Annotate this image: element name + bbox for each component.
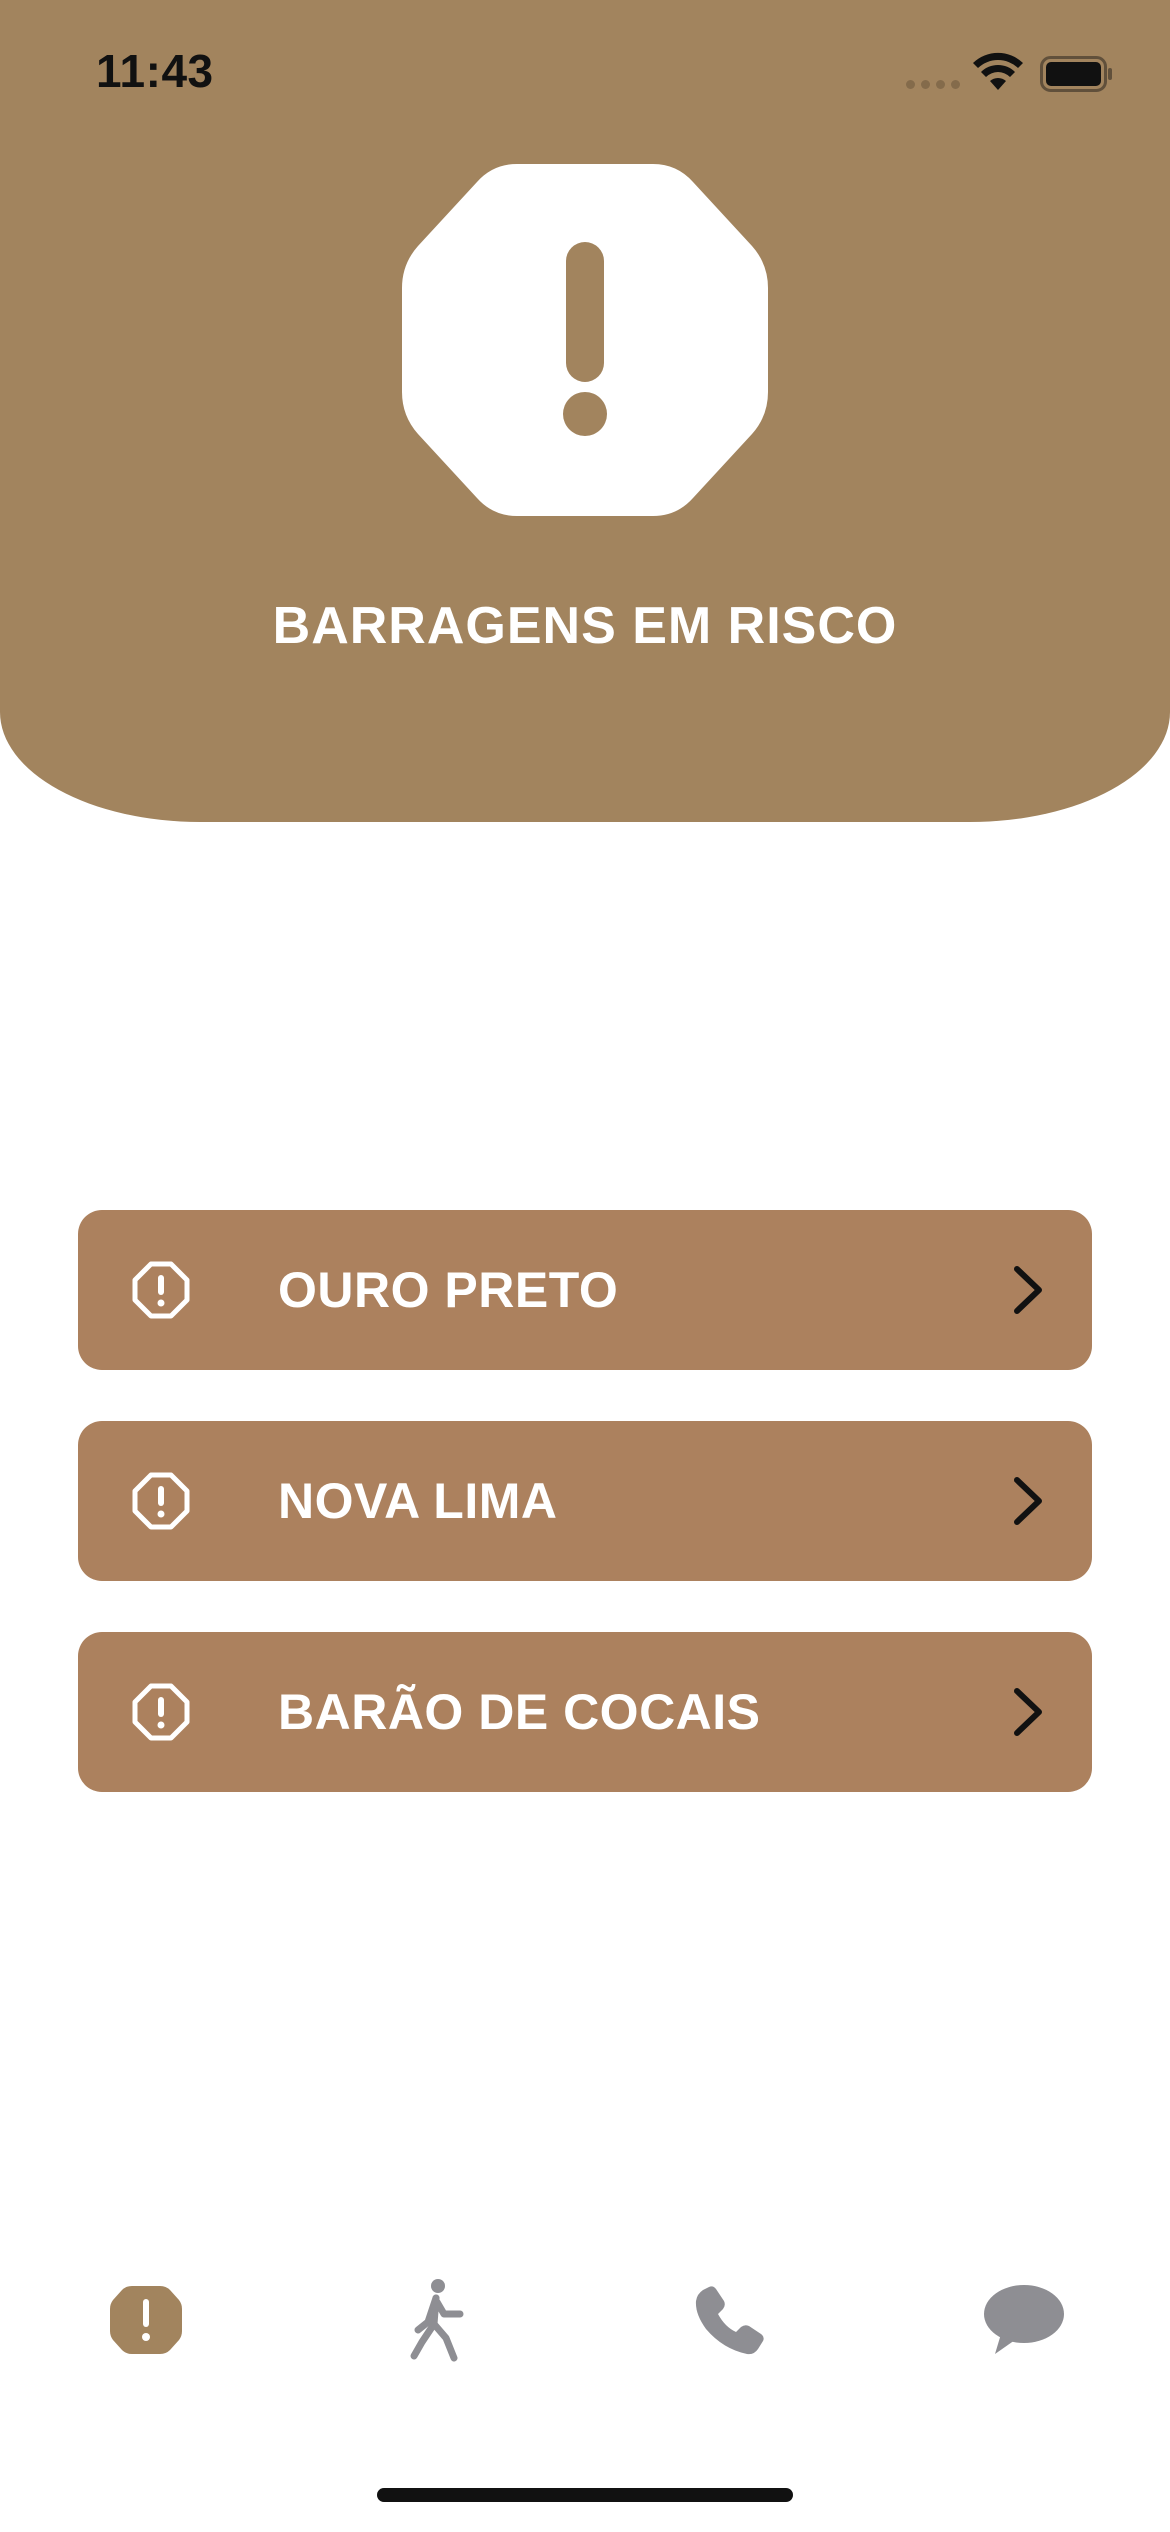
header-banner: 11:43 BARRAGENS EM RISCO xyxy=(0,0,1170,822)
city-button-nova-lima[interactable]: NOVA LIMA xyxy=(78,1421,1092,1581)
tab-risks[interactable] xyxy=(86,2260,206,2380)
exclamation-octagon-outline-icon xyxy=(132,1261,190,1319)
exclamation-octagon-icon xyxy=(110,2286,182,2354)
battery-icon xyxy=(1040,56,1112,92)
page-title: BARRAGENS EM RISCO xyxy=(272,597,898,655)
exclamation-octagon-outline-icon xyxy=(132,1683,190,1741)
status-time: 11:43 xyxy=(96,45,214,97)
chevron-right-icon xyxy=(1014,1477,1042,1525)
tab-phone[interactable] xyxy=(670,2260,790,2380)
city-label: NOVA LIMA xyxy=(278,1473,558,1529)
status-bar: 11:43 xyxy=(0,0,1170,140)
exclamation-octagon-outline-icon xyxy=(132,1472,190,1530)
tab-evacuation[interactable] xyxy=(378,2260,498,2380)
city-label: OURO PRETO xyxy=(278,1262,619,1318)
city-button-barao-de-cocais[interactable]: BARÃO DE COCAIS xyxy=(78,1632,1092,1792)
city-list: OURO PRETO NOVA LIMA BARÃO DE COCAIS xyxy=(78,1210,1092,1843)
exclamation-octagon-icon xyxy=(402,164,768,516)
city-button-ouro-preto[interactable]: OURO PRETO xyxy=(78,1210,1092,1370)
app-screen: 11:43 BARRAGENS EM RISCO OURO PRETO NOVA… xyxy=(0,0,1170,2532)
home-indicator xyxy=(377,2488,793,2502)
tab-chat[interactable] xyxy=(964,2260,1084,2380)
phone-icon xyxy=(695,2286,764,2355)
wifi-icon xyxy=(973,52,1023,90)
tab-bar xyxy=(0,2260,1170,2410)
chevron-right-icon xyxy=(1014,1688,1042,1736)
signal-dots-icon xyxy=(906,80,960,89)
city-label: BARÃO DE COCAIS xyxy=(278,1684,761,1740)
walking-person-icon xyxy=(410,2279,464,2362)
chevron-right-icon xyxy=(1014,1266,1042,1314)
chat-bubble-icon xyxy=(984,2285,1064,2354)
